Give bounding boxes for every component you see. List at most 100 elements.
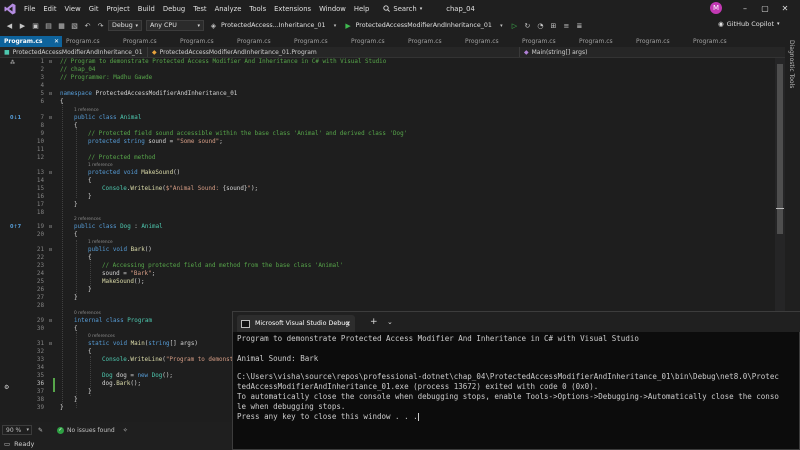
tab-program-cs[interactable]: Program.cs bbox=[689, 36, 746, 47]
tab-program-cs[interactable]: Program.cs bbox=[575, 36, 632, 47]
reference-count[interactable]: 0 references bbox=[88, 334, 115, 339]
tab-program-cs[interactable]: Program.cs bbox=[119, 36, 176, 47]
menu-window[interactable]: Window bbox=[315, 5, 350, 13]
tab-program-cs-active[interactable]: Program.cs ✕ bbox=[0, 36, 62, 47]
minimize-icon[interactable]: – bbox=[740, 3, 750, 13]
menu-git[interactable]: Git bbox=[85, 5, 103, 13]
uncomment-icon[interactable]: ≣ bbox=[574, 20, 585, 31]
visual-studio-logo-icon[interactable] bbox=[0, 0, 20, 17]
text-cursor bbox=[417, 413, 419, 421]
chevron-down-icon[interactable]: ▾ bbox=[496, 20, 507, 31]
chevron-down-icon[interactable]: ▾ bbox=[330, 20, 341, 31]
intellicode-icon[interactable]: ✎ bbox=[38, 427, 43, 434]
save-all-icon[interactable]: ▧ bbox=[69, 20, 80, 31]
undo-icon[interactable]: ↶ bbox=[82, 20, 93, 31]
configuration-value: Debug bbox=[112, 22, 133, 29]
code-line: ⊟ 5 namespace ProtectedAccessModifierAndIn… bbox=[40, 91, 238, 97]
copilot-label: GitHub Copilot bbox=[726, 20, 775, 28]
tab-program-cs[interactable]: Program.cs bbox=[632, 36, 689, 47]
member-dropdown[interactable]: ◆ Main(string[] args) bbox=[520, 47, 785, 57]
run-target-label[interactable]: ProtectedAccessModifierAndInheritance_01 bbox=[356, 22, 492, 29]
editor-status-row: 90 % ▾ ✎ ✓ No issues found ✧ bbox=[0, 424, 235, 436]
code-text: // Accessing protected field and method … bbox=[102, 263, 344, 269]
save-icon[interactable]: ▦ bbox=[56, 20, 67, 31]
class-dropdown-value: ProtectedAccessModifierAndInheritance_01… bbox=[159, 48, 317, 56]
navigate-forward-icon[interactable]: ▶ bbox=[17, 20, 28, 31]
platform-select[interactable]: Any CPU ▾ bbox=[146, 20, 204, 31]
reference-count[interactable]: 1 reference bbox=[74, 108, 99, 113]
tab-program-cs[interactable]: Program.cs bbox=[233, 36, 290, 47]
console-line: To automatically close the console when … bbox=[237, 392, 779, 401]
breakpoints-icon[interactable]: ⊞ bbox=[548, 20, 559, 31]
menu-edit[interactable]: Edit bbox=[39, 5, 60, 13]
refresh-icon[interactable]: ↻ bbox=[522, 20, 533, 31]
close-icon[interactable]: ✕ bbox=[780, 3, 790, 13]
reference-count[interactable]: 1 reference bbox=[88, 163, 113, 168]
diagnostic-tools-tab[interactable]: Diagnostic Tools bbox=[788, 40, 795, 88]
open-folder-icon[interactable]: ▤ bbox=[43, 20, 54, 31]
performance-icon[interactable]: ◔ bbox=[535, 20, 546, 31]
configuration-select[interactable]: Debug ▾ bbox=[108, 20, 142, 31]
menu-build[interactable]: Build bbox=[134, 5, 159, 13]
cleanup-icon[interactable]: ✧ bbox=[123, 427, 128, 434]
tab-program-cs[interactable]: Program.cs bbox=[62, 36, 119, 47]
close-icon[interactable]: ✕ bbox=[345, 320, 351, 328]
console-line: C:\Users\visha\source\repos\professional… bbox=[237, 372, 779, 381]
menu-debug[interactable]: Debug bbox=[159, 5, 189, 13]
tab-program-cs[interactable]: Program.cs bbox=[176, 36, 233, 47]
code-text: } bbox=[74, 397, 78, 403]
menu-extensions[interactable]: Extensions bbox=[270, 5, 315, 13]
startup-project[interactable]: ProtectedAccess...Inheritance_01 bbox=[221, 22, 326, 29]
menu-project[interactable]: Project bbox=[103, 5, 134, 13]
new-item-icon[interactable]: ▣ bbox=[30, 20, 41, 31]
console-line: Program to demonstrate Protected Access … bbox=[237, 334, 639, 343]
reference-count[interactable]: 0 references bbox=[74, 311, 101, 316]
project-dropdown[interactable]: ■ ProtectedAccessModifierAndInheritance_0… bbox=[0, 47, 148, 57]
tab-program-cs[interactable]: Program.cs bbox=[347, 36, 404, 47]
chevron-down-icon[interactable]: ⌄ bbox=[387, 318, 393, 326]
code-line: 10 protected string sound = "Some sound"; bbox=[36, 139, 223, 145]
search-icon bbox=[383, 5, 391, 12]
menu-tools[interactable]: Tools bbox=[245, 5, 270, 13]
console-line: le when debugging stops. bbox=[237, 402, 346, 411]
code-line: 17} bbox=[36, 202, 78, 208]
console-output[interactable]: Program to demonstrate Protected Access … bbox=[237, 334, 799, 449]
issues-indicator[interactable]: ✓ No issues found bbox=[57, 426, 115, 434]
console-line: Animal Sound: Bark bbox=[237, 354, 319, 363]
menu-analyze[interactable]: Analyze bbox=[211, 5, 246, 13]
zoom-level-select[interactable]: 90 % ▾ bbox=[2, 425, 32, 435]
menu-test[interactable]: Test bbox=[189, 5, 210, 13]
code-text: { bbox=[88, 255, 92, 261]
tab-program-cs[interactable]: Program.cs bbox=[461, 36, 518, 47]
tab-program-cs[interactable]: Program.cs bbox=[290, 36, 347, 47]
maximize-icon[interactable]: ▢ bbox=[760, 3, 770, 13]
start-debugging-icon[interactable]: ▶ bbox=[343, 20, 354, 31]
code-text: { bbox=[60, 99, 64, 105]
code-text: // chap_04 bbox=[60, 67, 96, 73]
search-button[interactable]: Search ▾ bbox=[383, 5, 422, 13]
tab-program-cs[interactable]: Program.cs bbox=[518, 36, 575, 47]
document-tabs: Program.cs ✕ Program.cs Program.cs Progra… bbox=[0, 36, 785, 47]
debug-console-window[interactable]: Microsoft Visual Studio Debug ✕ + ⌄ Prog… bbox=[232, 311, 800, 450]
menu-view[interactable]: View bbox=[61, 5, 85, 13]
class-dropdown[interactable]: ◆ ProtectedAccessModifierAndInheritance_0… bbox=[148, 47, 520, 57]
console-line: Press any key to close this window . . . bbox=[237, 412, 418, 421]
menu-file[interactable]: File bbox=[20, 5, 39, 13]
avatar[interactable]: M bbox=[710, 2, 722, 14]
start-without-debugging-icon[interactable]: ▷ bbox=[509, 20, 520, 31]
copilot-icon: ◉ bbox=[718, 20, 724, 28]
code-text: // Protected method bbox=[88, 155, 156, 161]
reference-count[interactable]: 1 reference bbox=[88, 240, 113, 245]
code-text: { bbox=[74, 123, 78, 129]
navigate-back-icon[interactable]: ◀ bbox=[4, 20, 15, 31]
new-tab-icon[interactable]: + bbox=[370, 317, 378, 327]
github-copilot-button[interactable]: ◉ GitHub Copilot ▾ bbox=[718, 20, 780, 28]
console-tab[interactable]: Microsoft Visual Studio Debug ✕ bbox=[237, 315, 355, 332]
tab-program-cs[interactable]: Program.cs bbox=[404, 36, 461, 47]
menu-help[interactable]: Help bbox=[350, 5, 374, 13]
code-line: 14{ bbox=[36, 178, 92, 184]
redo-icon[interactable]: ↷ bbox=[95, 20, 106, 31]
navigation-bar: ■ ProtectedAccessModifierAndInheritance_0… bbox=[0, 47, 785, 58]
close-tab-icon[interactable]: ✕ bbox=[54, 38, 59, 45]
comment-icon[interactable]: ≡ bbox=[561, 20, 572, 31]
